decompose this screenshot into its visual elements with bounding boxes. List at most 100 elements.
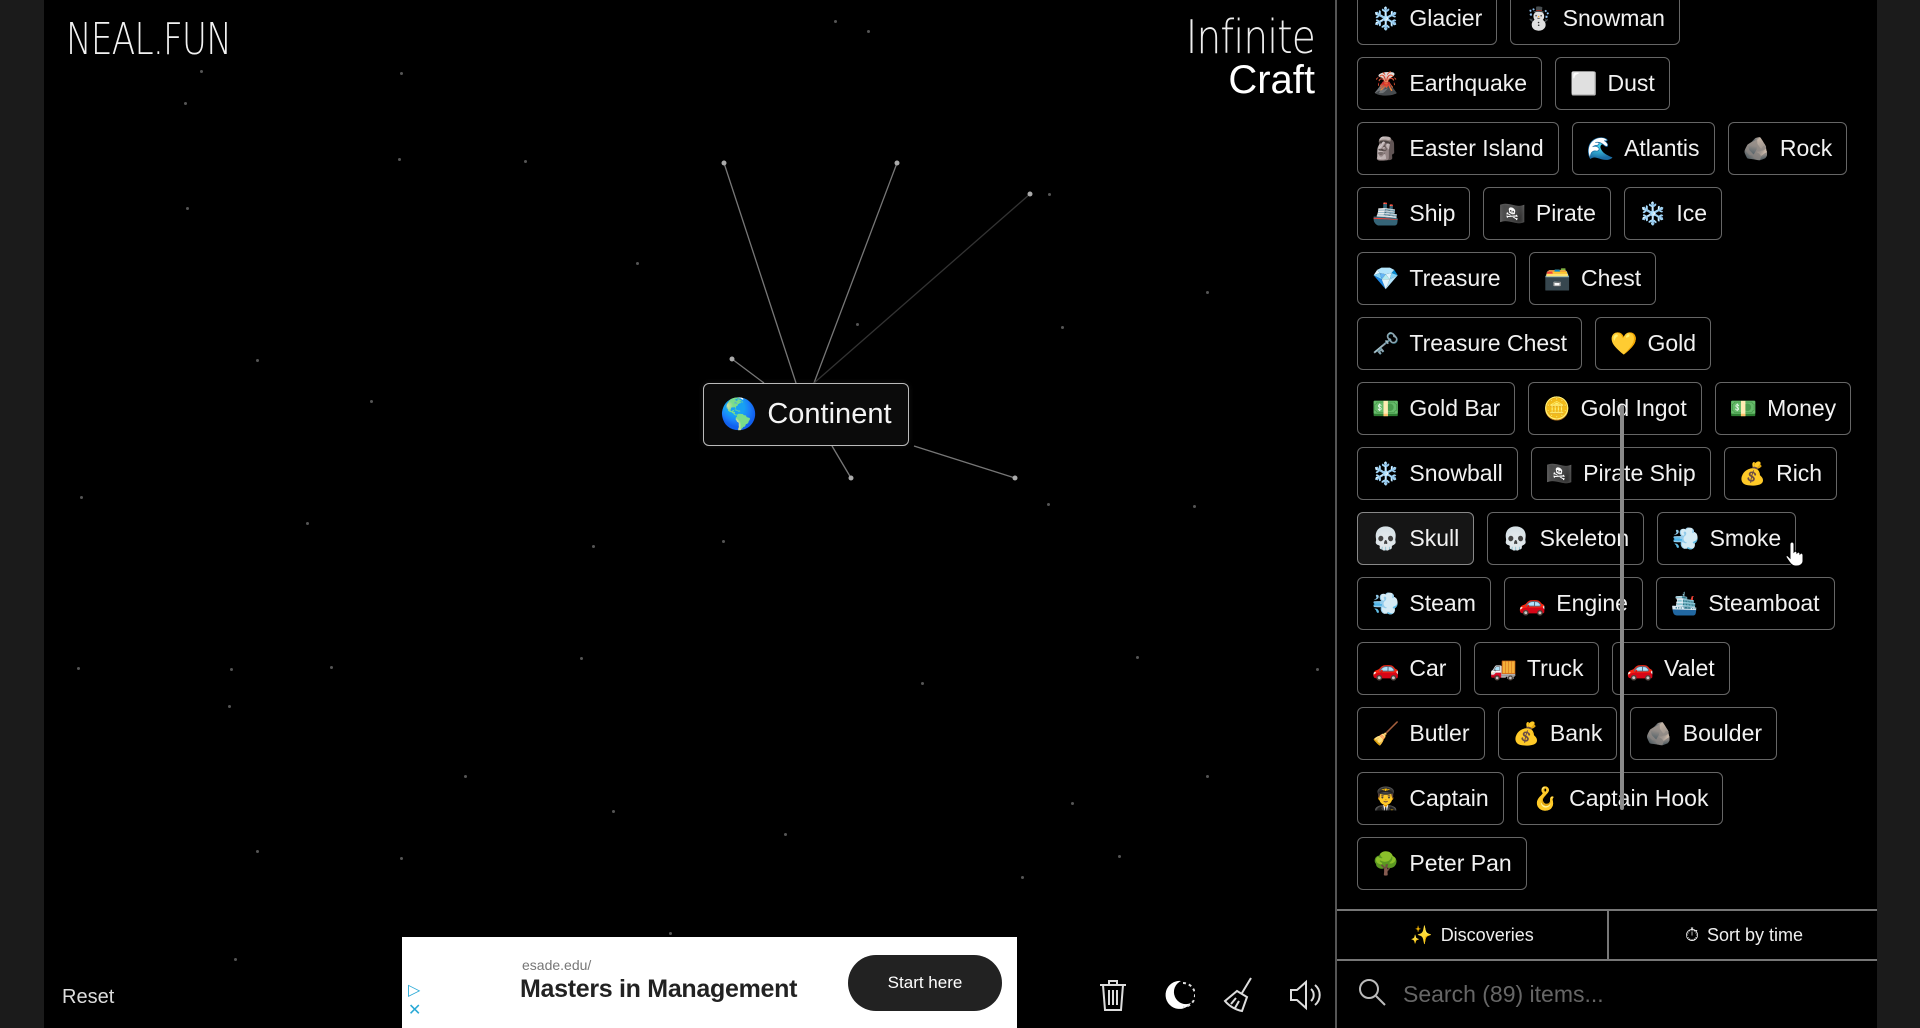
- ad-cta-button[interactable]: Start here: [848, 955, 1002, 1011]
- canvas-element-label: Continent: [767, 398, 892, 430]
- sidebar-item-ice[interactable]: ❄️ Ice: [1623, 187, 1723, 240]
- sidebar-item-earthquake[interactable]: 🌋 Earthquake: [1357, 57, 1543, 110]
- star: [398, 158, 401, 161]
- ad-headline[interactable]: Masters in Management: [520, 975, 797, 1004]
- sidebar-item-steam[interactable]: 💨 Steam: [1357, 577, 1491, 630]
- item-label: Earthquake: [1409, 70, 1528, 96]
- dark-mode-icon[interactable]: [1158, 975, 1196, 1015]
- sidebar-item-atlantis[interactable]: 🌊 Atlantis: [1571, 122, 1715, 175]
- canvas-element-continent[interactable]: 🌎 Continent: [703, 383, 909, 446]
- item-emoji-icon: 🛳️: [1670, 590, 1699, 616]
- item-emoji-icon: 🚢: [1372, 200, 1400, 226]
- neal-fun-logo[interactable]: NEAL.FUN: [66, 14, 232, 65]
- star: [80, 496, 83, 499]
- sidebar-item-butler[interactable]: 🧹 Butler: [1357, 707, 1485, 760]
- star: [234, 958, 237, 961]
- sidebar-item-treasure-chest[interactable]: 🗝️ Treasure Chest: [1357, 317, 1583, 370]
- connection-line: [731, 358, 765, 384]
- timer-icon: ⏱: [1684, 924, 1699, 945]
- sidebar-scrollbar[interactable]: [1620, 405, 1624, 810]
- sidebar-item-dust[interactable]: ⬜ Dust: [1555, 57, 1670, 110]
- sidebar-item-captain[interactable]: 👨‍✈️ Captain: [1357, 772, 1504, 825]
- search-input[interactable]: [1401, 979, 1825, 1009]
- pointer-cursor-icon: [1786, 541, 1804, 566]
- title-line-1: Infinite: [1185, 10, 1316, 64]
- item-label: Treasure Chest: [1409, 330, 1568, 356]
- sidebar-item-valet[interactable]: 🚗 Valet: [1611, 642, 1730, 695]
- sidebar-item-rich[interactable]: 💰 Rich: [1723, 447, 1838, 500]
- item-emoji-icon: 🪨: [1645, 720, 1673, 746]
- craft-canvas[interactable]: NEAL.FUN Infinite Craft 🌎 Continent Rese…: [44, 0, 1335, 1028]
- star: [1061, 326, 1064, 329]
- sidebar-item-gold[interactable]: 💛 Gold: [1595, 317, 1712, 370]
- sidebar-item-bank[interactable]: 💰 Bank: [1497, 707, 1618, 760]
- ad-choices[interactable]: ▷ ✕: [408, 981, 421, 1021]
- canvas-toolbar: [1094, 975, 1324, 1015]
- connection-line: [813, 193, 1031, 384]
- broom-clear-icon[interactable]: [1222, 975, 1260, 1015]
- star: [1316, 668, 1319, 671]
- item-emoji-icon: 💰: [1738, 460, 1767, 486]
- star: [370, 400, 373, 403]
- sidebar-item-gold-ingot[interactable]: 🪙 Gold Ingot: [1528, 382, 1702, 435]
- connection-line: [813, 162, 898, 384]
- star: [256, 359, 259, 362]
- star: [330, 666, 333, 669]
- item-emoji-icon: 💨: [1672, 525, 1700, 551]
- sidebar-item-money[interactable]: 💵 Money: [1714, 382, 1852, 435]
- sidebar-item-easter-island[interactable]: 🗿 Easter Island: [1357, 122, 1559, 175]
- item-label: Easter Island: [1409, 135, 1544, 161]
- star: [200, 70, 203, 73]
- star: [400, 857, 403, 860]
- item-label: Ice: [1676, 200, 1708, 226]
- item-emoji-icon: 🚗: [1518, 590, 1547, 616]
- item-label: Atlantis: [1624, 135, 1700, 161]
- star: [834, 20, 837, 23]
- item-label: Rock: [1779, 135, 1833, 161]
- item-label: Treasure: [1409, 265, 1501, 291]
- item-emoji-icon: 🚗: [1626, 655, 1654, 681]
- sidebar-item-snowball[interactable]: ❄️ Snowball: [1357, 447, 1518, 500]
- sidebar-item-boulder[interactable]: 🪨 Boulder: [1630, 707, 1778, 760]
- adchoices-icon[interactable]: ▷: [408, 981, 421, 1001]
- reset-button[interactable]: Reset: [62, 986, 114, 1009]
- sidebar-item-truck[interactable]: 🚚 Truck: [1474, 642, 1599, 695]
- trash-icon[interactable]: [1094, 975, 1132, 1015]
- sidebar-item-glacier[interactable]: ❄️ Glacier: [1357, 0, 1498, 45]
- item-label: Gold Bar: [1409, 395, 1501, 421]
- star: [1136, 656, 1139, 659]
- star: [77, 667, 80, 670]
- sidebar-item-chest[interactable]: 🗃️ Chest: [1528, 252, 1657, 305]
- sidebar-item-smoke[interactable]: 💨 Smoke: [1657, 512, 1797, 565]
- items-list-inner: ❄️ Glacier ☃️ Snowman 🌋 Earthquake ⬜ Dust 🗿 Easte…: [1337, 0, 1857, 890]
- item-label: Gold Ingot: [1580, 395, 1687, 421]
- item-label: Steamboat: [1708, 590, 1820, 616]
- connection-line: [913, 445, 1016, 479]
- star: [856, 323, 859, 326]
- sidebar-item-rock[interactable]: 🪨 Rock: [1727, 122, 1848, 175]
- tab-sort-by-time[interactable]: ⏱ Sort by time: [1607, 911, 1877, 959]
- star: [612, 810, 615, 813]
- ad-banner[interactable]: ▷ ✕ esade.edu/ Masters in Management Sta…: [402, 937, 1017, 1028]
- item-emoji-icon: 🪨: [1742, 135, 1770, 161]
- item-emoji-icon: 🚚: [1489, 655, 1517, 681]
- sidebar-item-gold-bar[interactable]: 💵 Gold Bar: [1357, 382, 1516, 435]
- tab-discoveries[interactable]: ✨ Discoveries: [1337, 911, 1607, 959]
- sidebar-item-snowman[interactable]: ☃️ Snowman: [1510, 0, 1680, 45]
- star: [722, 540, 725, 543]
- sound-icon[interactable]: [1286, 975, 1324, 1015]
- sidebar-item-treasure[interactable]: 💎 Treasure: [1357, 252, 1516, 305]
- item-label: Smoke: [1709, 525, 1782, 551]
- ad-close-icon[interactable]: ✕: [408, 1001, 421, 1021]
- sidebar-item-ship[interactable]: 🚢 Ship: [1357, 187, 1471, 240]
- line-endpoint: [848, 475, 854, 481]
- sidebar-item-skull[interactable]: 💀 Skull: [1357, 512, 1475, 565]
- sidebar-tabs: ✨ Discoveries ⏱ Sort by time: [1337, 909, 1877, 961]
- sidebar-item-car[interactable]: 🚗 Car: [1357, 642, 1462, 695]
- items-list[interactable]: ❄️ Glacier ☃️ Snowman 🌋 Earthquake ⬜ Dust 🗿 Easte…: [1337, 0, 1857, 908]
- item-emoji-icon: 💎: [1372, 265, 1400, 291]
- sidebar-item-peter-pan[interactable]: 🌳 Peter Pan: [1357, 837, 1527, 890]
- sidebar-item-pirate[interactable]: 🏴‍☠️ Pirate: [1483, 187, 1611, 240]
- item-label: Snowball: [1409, 460, 1503, 486]
- sidebar-item-steamboat[interactable]: 🛳️ Steamboat: [1655, 577, 1835, 630]
